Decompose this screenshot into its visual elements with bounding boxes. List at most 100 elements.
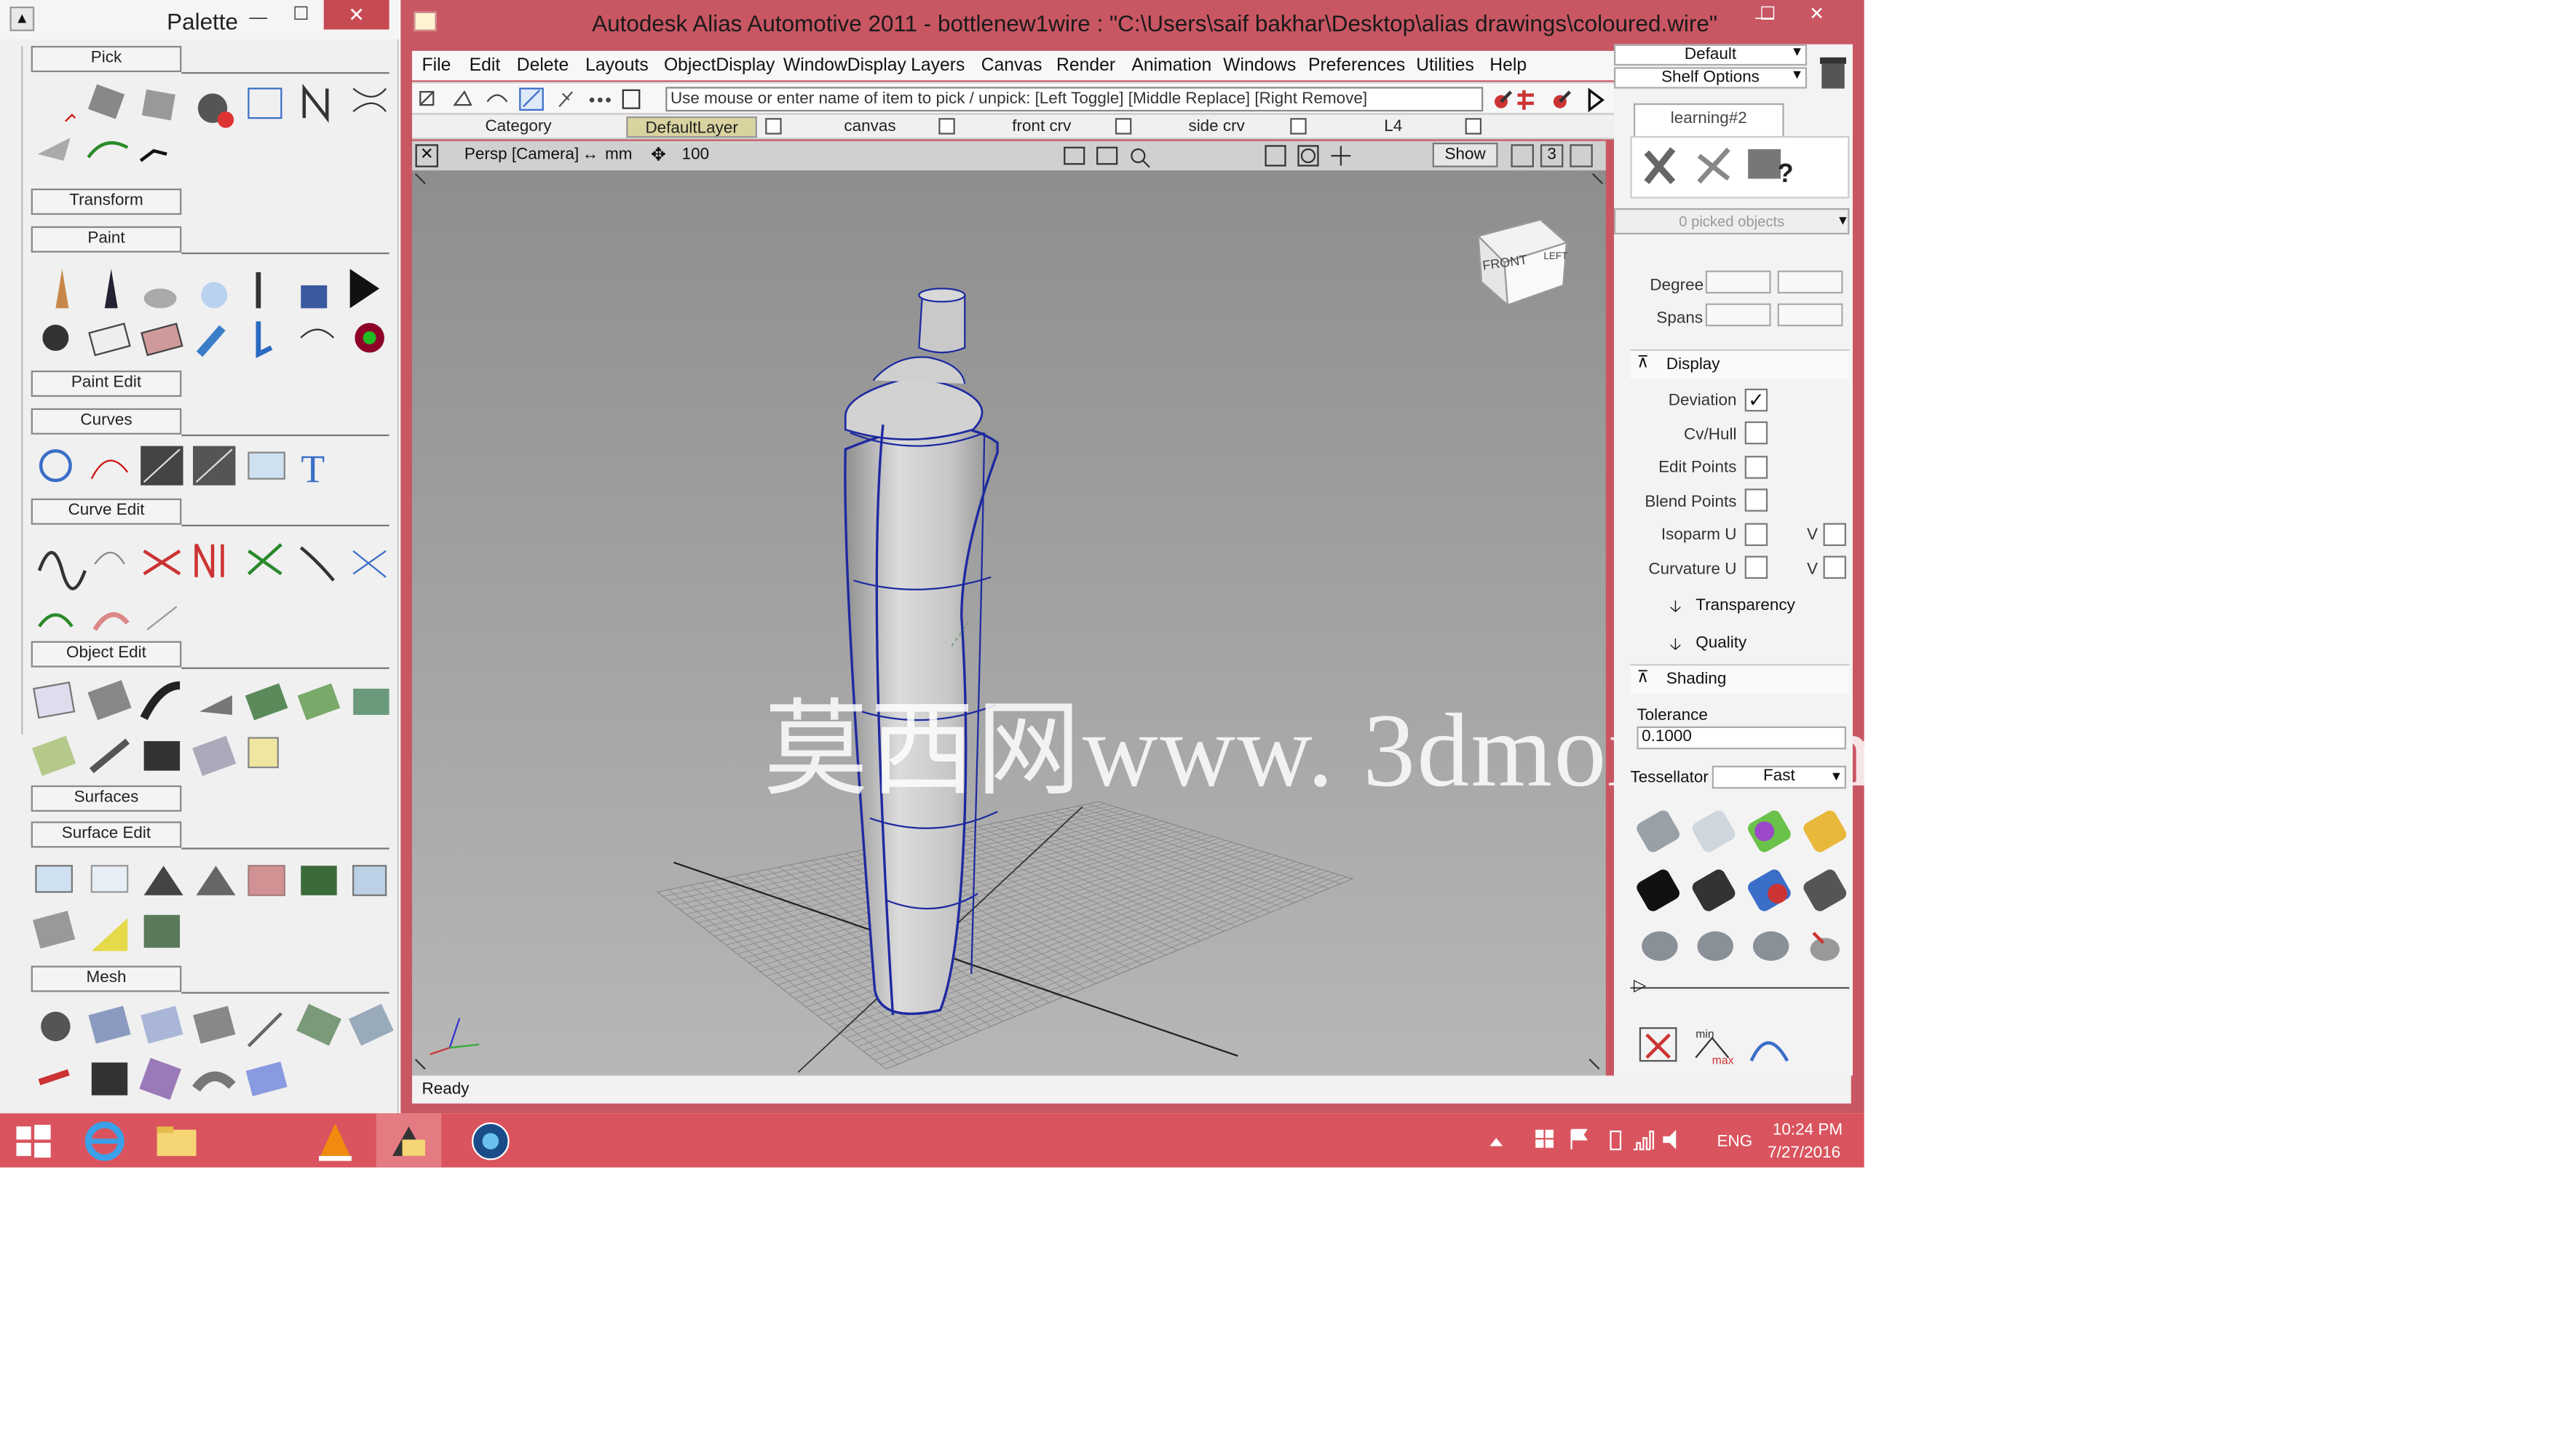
close-icon[interactable]: ✕: [323, 0, 389, 30]
close-icon[interactable]: ✕: [1794, 0, 1840, 30]
dropdown-arrow-icon[interactable]: ▼: [1836, 213, 1849, 228]
menu-preferences[interactable]: Preferences: [1308, 56, 1405, 76]
curve-edit-icons[interactable]: [37, 543, 387, 631]
object-edit-icons[interactable]: [31, 680, 389, 776]
shelf-selector[interactable]: Default: [1613, 44, 1808, 66]
layer-visibility-toggle[interactable]: [765, 118, 782, 135]
shelf-tool-icons[interactable]: ?: [1637, 139, 1816, 191]
corner-handle[interactable]: [1588, 1059, 1600, 1070]
layer-l4[interactable]: L4: [1328, 116, 1459, 138]
shelf-options-button[interactable]: Shelf Options: [1613, 67, 1808, 89]
menu-objectdisplay[interactable]: ObjectDisplay: [664, 56, 775, 76]
menu-layouts[interactable]: Layouts: [585, 56, 649, 76]
isoparm-u-checkbox[interactable]: [1744, 523, 1768, 547]
3d-viewport[interactable]: FRONT LEFT 莫西网www. 3dmox. com: [412, 170, 1901, 1076]
layer-defaultlayer[interactable]: DefaultLayer: [626, 116, 757, 138]
camera-tool-icons[interactable]: [1060, 143, 1158, 169]
layer-canvas[interactable]: canvas: [804, 116, 935, 138]
menu-render[interactable]: Render: [1056, 56, 1115, 76]
menu-layers[interactable]: Layers: [911, 56, 965, 76]
section-pick[interactable]: Pick: [31, 46, 182, 73]
clock-time[interactable]: 10:24 PM: [1773, 1122, 1843, 1140]
menu-utilities[interactable]: Utilities: [1416, 56, 1474, 76]
surface-edit-icons[interactable]: [33, 865, 387, 951]
menu-file[interactable]: File: [422, 56, 451, 76]
curves-icons[interactable]: T: [39, 446, 325, 491]
blend-points-checkbox[interactable]: [1744, 488, 1768, 512]
shading-section-header[interactable]: ⊼ Shading: [1630, 664, 1850, 694]
maximize-viewport-icon[interactable]: [1570, 144, 1593, 167]
layout-count[interactable]: 3: [1540, 144, 1564, 167]
clock-date[interactable]: 7/27/2016: [1768, 1144, 1840, 1163]
spans-v-field[interactable]: [1777, 303, 1843, 327]
collapse-icon[interactable]: ⊼: [1637, 669, 1648, 687]
system-tray-icons[interactable]: [1480, 1123, 1677, 1156]
layer-visibility-toggle[interactable]: [1115, 118, 1132, 135]
isoparm-v-checkbox[interactable]: [1823, 523, 1846, 547]
maximize-icon[interactable]: ☐: [278, 0, 324, 30]
minimize-icon[interactable]: —: [235, 4, 281, 33]
win-max-icon[interactable]: ☐: [1745, 0, 1791, 30]
degree-u-field[interactable]: [1705, 270, 1771, 294]
dropdown-arrow-icon[interactable]: ▼: [1791, 44, 1804, 59]
tolerance-field[interactable]: 0.1000: [1637, 726, 1846, 750]
palette-menu-icon[interactable]: ▲: [9, 7, 35, 31]
layer-visibility-toggle[interactable]: [938, 118, 955, 135]
corner-handle[interactable]: [1592, 173, 1604, 185]
viewcube-left-label[interactable]: LEFT: [1543, 250, 1567, 261]
layer-category[interactable]: Category: [445, 116, 592, 138]
layer-side-crv[interactable]: side crv: [1151, 116, 1282, 138]
spans-u-field[interactable]: [1705, 303, 1771, 327]
internet-explorer-icon[interactable]: [72, 1113, 138, 1167]
slider-track[interactable]: [1630, 986, 1850, 989]
bottom-tool-icons[interactable]: minmax: [1634, 1021, 1846, 1071]
pick-mode-icons[interactable]: [1492, 85, 1606, 113]
menu-windowdisplay[interactable]: WindowDisplay: [783, 56, 906, 76]
picked-objects-field[interactable]: 0 picked objects: [1613, 208, 1850, 235]
dropdown-arrow-icon[interactable]: ▼: [1791, 67, 1804, 82]
alias-taskbar-icon[interactable]: [376, 1113, 442, 1168]
display-section-header[interactable]: ⊼ Display: [1630, 349, 1850, 379]
quality-section[interactable]: Quality: [1696, 635, 1746, 653]
deviation-checkbox[interactable]: ✓: [1744, 388, 1768, 412]
menu-delete[interactable]: Delete: [517, 56, 569, 76]
menu-canvas[interactable]: Canvas: [981, 56, 1042, 76]
toolbar-icons[interactable]: [416, 87, 644, 111]
start-windows-icon[interactable]: [0, 1113, 66, 1167]
scene-canvas[interactable]: FRONT LEFT: [412, 170, 1606, 1075]
menu-windows[interactable]: Windows: [1223, 56, 1296, 76]
slider-handle-icon[interactable]: ▷: [1634, 977, 1646, 995]
view-tool-icons[interactable]: [1262, 143, 1361, 169]
degree-v-field[interactable]: [1777, 270, 1843, 294]
expand-arrow-icon[interactable]: 🡣: [1669, 633, 1681, 660]
layer-front-crv[interactable]: front crv: [976, 116, 1107, 138]
cvhull-checkbox[interactable]: [1744, 421, 1768, 445]
language-indicator[interactable]: ENG: [1717, 1133, 1753, 1151]
mesh-icons[interactable]: [38, 1003, 394, 1100]
palette-scroll-strip[interactable]: [9, 46, 23, 735]
layer-visibility-toggle[interactable]: [1290, 118, 1307, 135]
collapse-icon[interactable]: ⊼: [1637, 354, 1648, 372]
shading-mode-icons[interactable]: [1634, 808, 1849, 972]
command-prompt-input[interactable]: Use mouse or enter name of item to pick …: [665, 87, 1484, 112]
transparency-section[interactable]: Transparency: [1696, 597, 1795, 615]
layout-icon[interactable]: [1511, 144, 1534, 167]
dropdown-arrow-icon[interactable]: ▼: [1829, 769, 1843, 783]
vlc-icon[interactable]: [303, 1113, 368, 1167]
menu-animation[interactable]: Animation: [1131, 56, 1211, 76]
show-button[interactable]: Show: [1432, 142, 1498, 167]
corner-handle[interactable]: [414, 1059, 426, 1070]
curvature-u-checkbox[interactable]: [1744, 555, 1768, 579]
tessellator-select[interactable]: Fast: [1712, 765, 1846, 789]
app-blue-icon[interactable]: [458, 1113, 523, 1167]
edit-points-checkbox[interactable]: [1744, 456, 1768, 479]
shelf-tab-learning[interactable]: learning#2: [1633, 103, 1784, 136]
expand-arrow-icon[interactable]: 🡣: [1669, 596, 1681, 623]
menu-edit[interactable]: Edit: [470, 56, 501, 76]
file-explorer-icon[interactable]: [144, 1113, 210, 1167]
palette-tool-icons[interactable]: T: [29, 76, 395, 1109]
corner-handle[interactable]: [414, 173, 426, 185]
menu-help[interactable]: Help: [1489, 56, 1527, 76]
paint-icons[interactable]: [42, 269, 384, 358]
alias-app-icon[interactable]: [414, 11, 437, 31]
